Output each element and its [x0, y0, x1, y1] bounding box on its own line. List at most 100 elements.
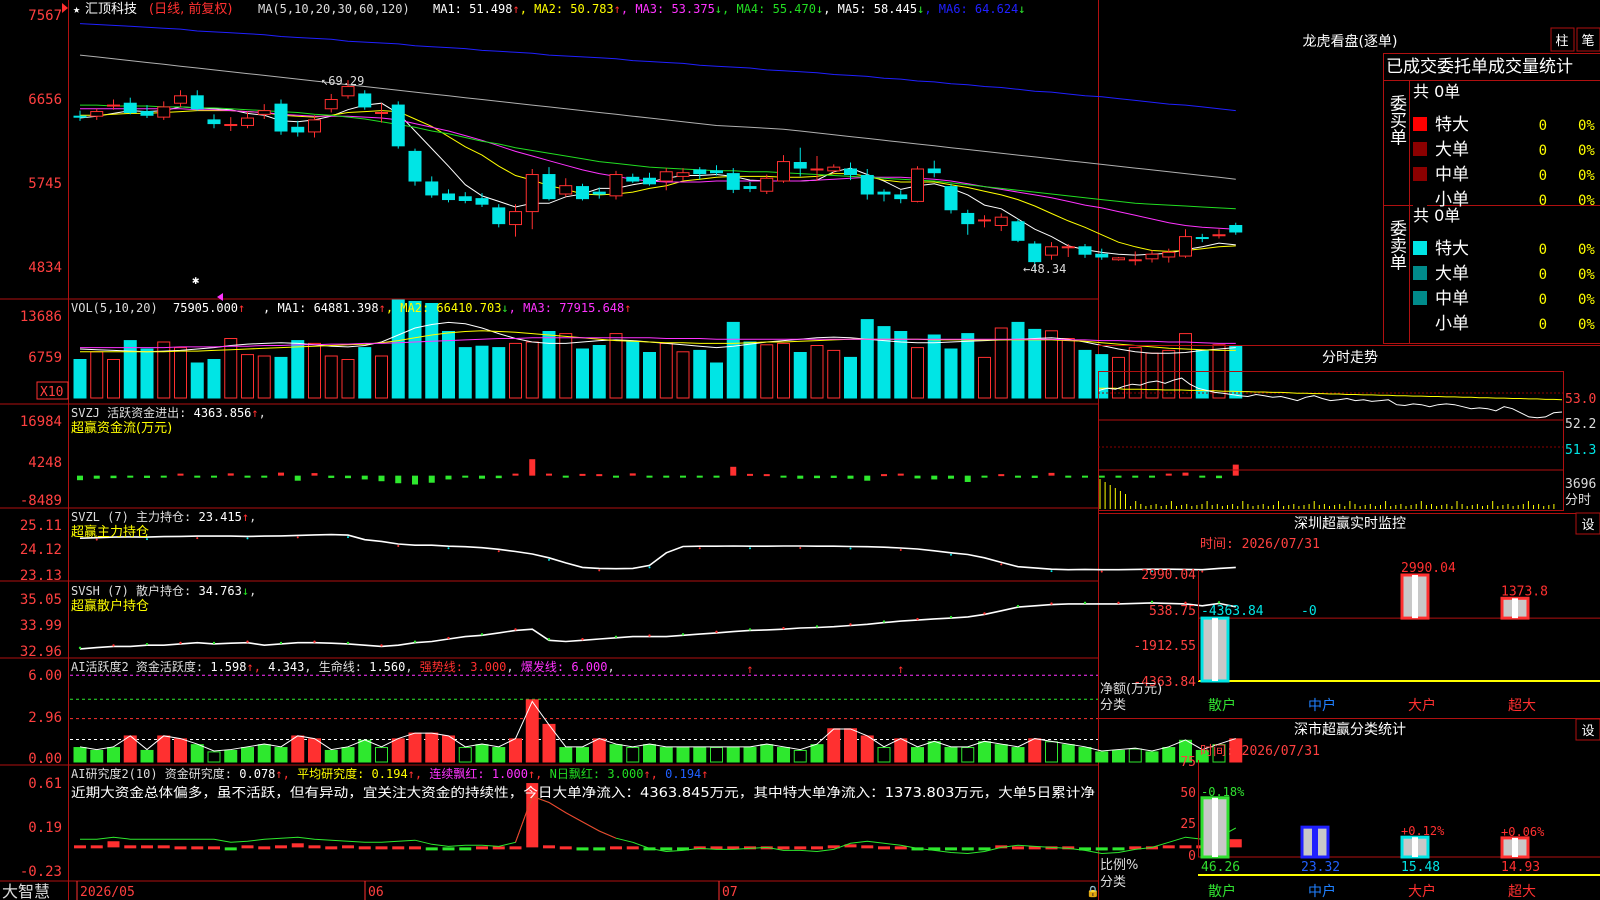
svzl-axis: 25.11 24.12 23.13: [20, 518, 62, 584]
volume-bar: [442, 331, 455, 399]
legend-swatch: [1413, 167, 1427, 181]
retail-dot: [581, 638, 584, 641]
fund-flow-bar: [345, 475, 351, 479]
research-bar: [626, 846, 639, 850]
research-bar: [375, 846, 388, 850]
buy-side-label: 委买单: [1386, 94, 1407, 145]
fund-flow-bar: [964, 475, 971, 482]
activity-bar: [827, 728, 841, 763]
monitor-category: 中户: [1308, 697, 1336, 714]
research-bar: [90, 845, 103, 849]
research-bar: [291, 843, 304, 848]
volume-bar: [777, 342, 790, 399]
activity-bar: [174, 738, 187, 763]
position-dot: [1050, 570, 1053, 573]
retail-dot: [815, 625, 819, 628]
activity-bar: [308, 738, 321, 763]
stats-settings-button[interactable]: 设: [1575, 718, 1600, 741]
ai1-tick-1: 6.00: [28, 668, 62, 684]
position-dot: [899, 548, 902, 551]
stock-name: 汇顶科技: [85, 2, 137, 17]
activity-bar: [475, 744, 489, 763]
ai1-tick-3: 0.00: [28, 751, 62, 767]
retail-dot: [179, 641, 182, 645]
monitor-bar-value: 2990.04: [1401, 561, 1456, 576]
candle-body: [157, 106, 171, 118]
monitor-time: 时间: 2026/07/31: [1200, 537, 1320, 552]
fund-flow-bar: [261, 475, 268, 478]
retail-dot: [279, 641, 283, 645]
fund-flow-bar: [696, 475, 703, 478]
candle-body: [626, 176, 640, 182]
research-bar: [945, 847, 957, 851]
candle-body: [827, 166, 841, 172]
ai2-tick-1: 0.61: [28, 776, 62, 792]
tab-column-label: 柱: [1555, 34, 1568, 49]
volume-bar: [308, 342, 321, 399]
tab-column[interactable]: 柱: [1550, 27, 1575, 52]
volume-bar: [609, 333, 623, 399]
candle-body: [123, 102, 137, 113]
retail-dot: [614, 635, 618, 638]
research-bar: [325, 846, 338, 850]
stats-bar-value: 15.48: [1401, 860, 1440, 875]
candle-body: [961, 212, 975, 225]
candle-body: [140, 111, 154, 116]
activity-bar: [978, 741, 991, 763]
candle-body: [793, 162, 807, 169]
activity-bar: [760, 744, 774, 763]
fund-flow-bar: [914, 475, 921, 479]
fund-flow-bar: [1098, 475, 1105, 478]
volume-bar: [626, 341, 640, 399]
activity-bar: [961, 747, 975, 763]
fund-flow-bar: [194, 475, 201, 478]
activity-bar: [877, 747, 891, 763]
stats-xlabel: 分类: [1100, 875, 1126, 890]
retail-dot: [748, 628, 752, 631]
monitor-settings-button[interactable]: 设: [1575, 512, 1600, 535]
fund-flow-bar: [579, 473, 586, 476]
monitor-bar-shine: [1512, 598, 1518, 619]
candle-body: [458, 196, 472, 201]
volume-bar: [676, 351, 690, 399]
tab-stroke-label: 笔: [1581, 33, 1594, 49]
volume-bar: [944, 348, 958, 399]
fund-flow-bar: [1216, 475, 1222, 479]
activity-bar: [676, 747, 690, 763]
retail-dot: [715, 630, 718, 634]
ai2-tick-3: -0.23: [20, 864, 62, 880]
volume-bar: [274, 356, 288, 399]
ma-spec: MA(5,10,20,30,60,120): [258, 2, 410, 16]
candle-body: [542, 174, 556, 200]
activity-bar: [241, 747, 254, 763]
ma-arrow-6: ↓: [1018, 2, 1025, 16]
candle-body: [1112, 257, 1125, 261]
fund-flow-bar: [629, 473, 636, 476]
activity-bar: [576, 747, 589, 763]
activity-bar: [1145, 751, 1159, 763]
stats-category: 超大: [1508, 884, 1536, 900]
volume-bar: [458, 347, 472, 399]
research-bar: [392, 846, 405, 850]
fund-flow-bar: [495, 475, 502, 479]
stock-chart-canvas[interactable]: ★ 汇顶科技 (日线, 前复权) MA(5,10,20,30,60,120) M…: [0, 0, 1600, 900]
volume-bar: [1128, 347, 1142, 399]
fund-flow-bar: [981, 475, 988, 478]
tab-stroke[interactable]: 笔: [1576, 27, 1600, 52]
svsh-tick-2: 33.99: [20, 618, 62, 634]
position-dot: [749, 547, 751, 550]
svzl-title-text: SVZL (7) 主力持仓: 23.415↑,: [71, 509, 256, 524]
candle-body: [525, 174, 539, 213]
intraday-title: 分时走势: [1322, 350, 1378, 366]
candle-body: [207, 119, 221, 125]
activity-bar: [107, 747, 120, 763]
volume-bar: [425, 303, 439, 399]
retail-dot: [681, 633, 685, 636]
position-dot: [296, 536, 299, 539]
candle-body: [844, 168, 857, 176]
candle-body: [576, 186, 589, 200]
candle-body: [676, 172, 690, 177]
volume-bar: [90, 351, 104, 399]
volume-bar: [123, 340, 137, 399]
row-pct: 0%: [1578, 118, 1595, 134]
